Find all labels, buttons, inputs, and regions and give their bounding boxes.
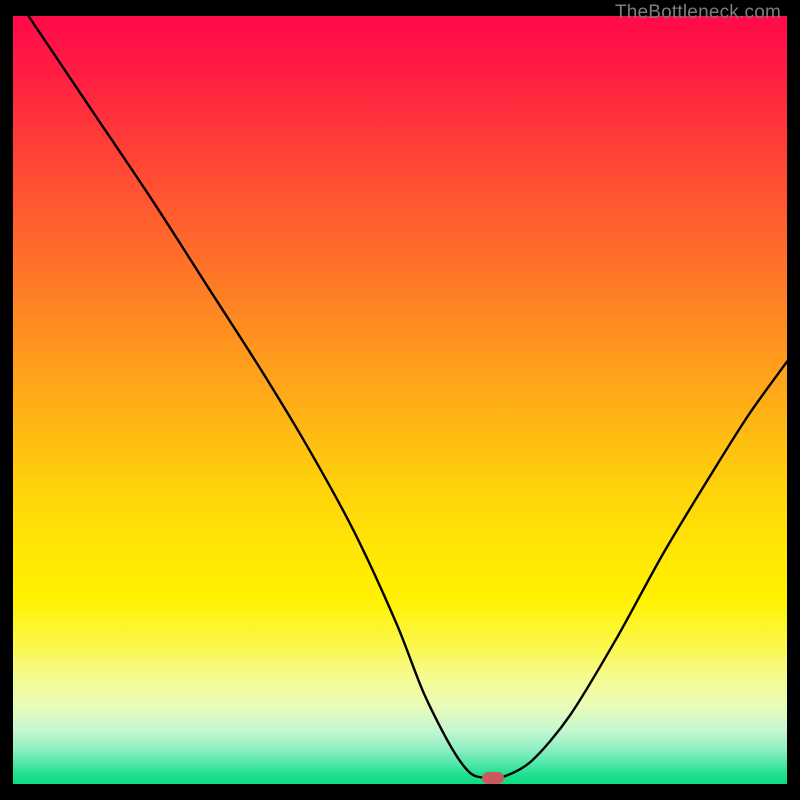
minimum-marker (482, 772, 504, 784)
bottleneck-curve (13, 16, 787, 784)
curve-line (28, 16, 787, 779)
chart-frame: TheBottleneck.com (13, 16, 787, 784)
